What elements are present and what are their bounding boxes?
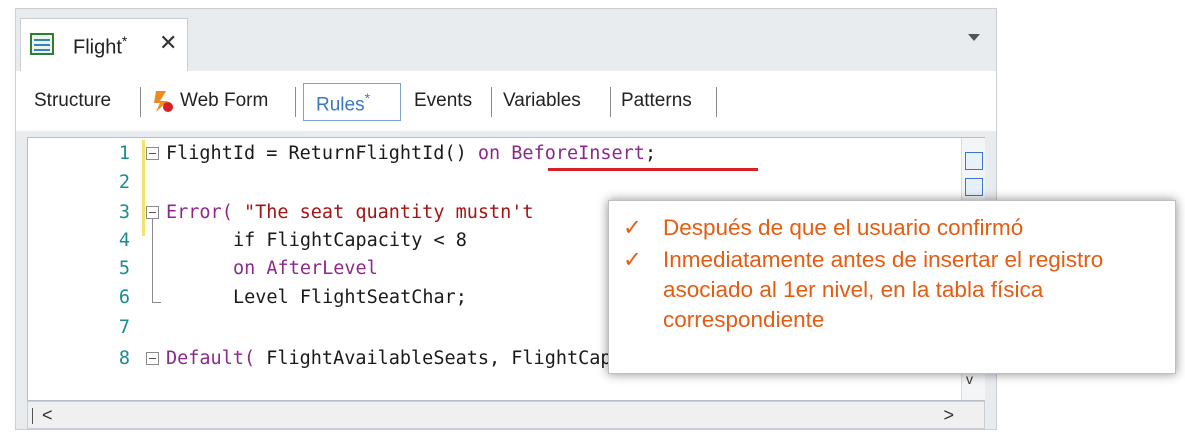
tab-separator xyxy=(491,87,492,117)
document-tab-title: Flight* xyxy=(73,33,128,59)
document-tab-flight[interactable]: Flight* ✕ xyxy=(20,18,188,71)
collapse-icon[interactable] xyxy=(146,352,159,365)
tab-structure[interactable]: Structure xyxy=(34,90,111,112)
callout-item: ✓ Inmediatamente antes de insertar el re… xyxy=(623,245,1163,337)
web-form-icon xyxy=(154,91,173,112)
line-number: 4 xyxy=(118,230,130,251)
line-number: 6 xyxy=(118,287,130,308)
line-number: 8 xyxy=(118,348,130,369)
callout-item: ✓ Después de que el usuario confirmó xyxy=(623,213,1163,243)
document-tab-strip: Flight* ✕ xyxy=(16,9,996,71)
check-icon: ✓ xyxy=(623,215,642,240)
scroll-right-button[interactable]: > xyxy=(943,405,954,426)
callout-text: Después de que el usuario confirmó xyxy=(663,215,1024,240)
scroll-left-button[interactable]: < xyxy=(42,405,53,426)
chevron-down-icon[interactable] xyxy=(968,34,980,41)
tab-patterns[interactable]: Patterns xyxy=(621,90,692,112)
tab-separator xyxy=(610,87,611,117)
code-text: ; xyxy=(644,143,657,164)
code-string: "The seat quantity mustn't xyxy=(243,202,534,223)
line-number: 2 xyxy=(118,172,130,193)
code-line-2: 2 xyxy=(28,170,948,197)
tab-separator xyxy=(295,87,296,117)
tab-variables[interactable]: Variables xyxy=(503,90,581,112)
code-text: Level FlightSeatChar; xyxy=(233,287,467,308)
collapse-icon[interactable] xyxy=(146,147,159,160)
explanation-callout: ✓ Después de que el usuario confirmó ✓ I… xyxy=(608,200,1176,374)
code-keyword: on AfterLevel xyxy=(233,258,378,279)
line-number: 1 xyxy=(118,143,130,164)
close-icon[interactable]: ✕ xyxy=(159,30,177,56)
code-keyword: Default( xyxy=(166,348,256,369)
tab-separator xyxy=(140,87,141,117)
code-line-1: 1 FlightId = ReturnFlightId() on BeforeI… xyxy=(28,141,948,171)
horizontal-scrollbar[interactable]: < > xyxy=(27,401,985,429)
object-subtab-bar: Structure Web Form Rules* Events Variabl… xyxy=(16,71,996,131)
callout-text: Inmediatamente antes de insertar el regi… xyxy=(663,247,1104,332)
code-keyword: Error( xyxy=(166,202,233,223)
code-text: if FlightCapacity < 8 xyxy=(233,230,467,251)
caret-marker xyxy=(32,408,33,424)
tab-rules[interactable]: Rules* xyxy=(303,83,401,121)
tab-rules-label: Rules* xyxy=(316,90,371,116)
code-keyword: on BeforeInsert xyxy=(477,143,645,164)
list-icon[interactable] xyxy=(965,178,983,196)
fold-guide xyxy=(152,218,153,302)
tab-separator xyxy=(716,87,717,117)
check-icon: ✓ xyxy=(623,247,642,272)
tab-web-form[interactable]: Web Form xyxy=(180,90,268,112)
line-number: 5 xyxy=(118,258,130,279)
transaction-icon xyxy=(30,33,54,55)
code-text: FlightId = ReturnFlightId() xyxy=(166,143,478,164)
outline-icon[interactable] xyxy=(965,152,983,170)
fold-guide-end xyxy=(152,302,161,303)
tab-events[interactable]: Events xyxy=(414,90,472,112)
line-number: 7 xyxy=(118,317,130,338)
line-number: 3 xyxy=(118,202,130,223)
